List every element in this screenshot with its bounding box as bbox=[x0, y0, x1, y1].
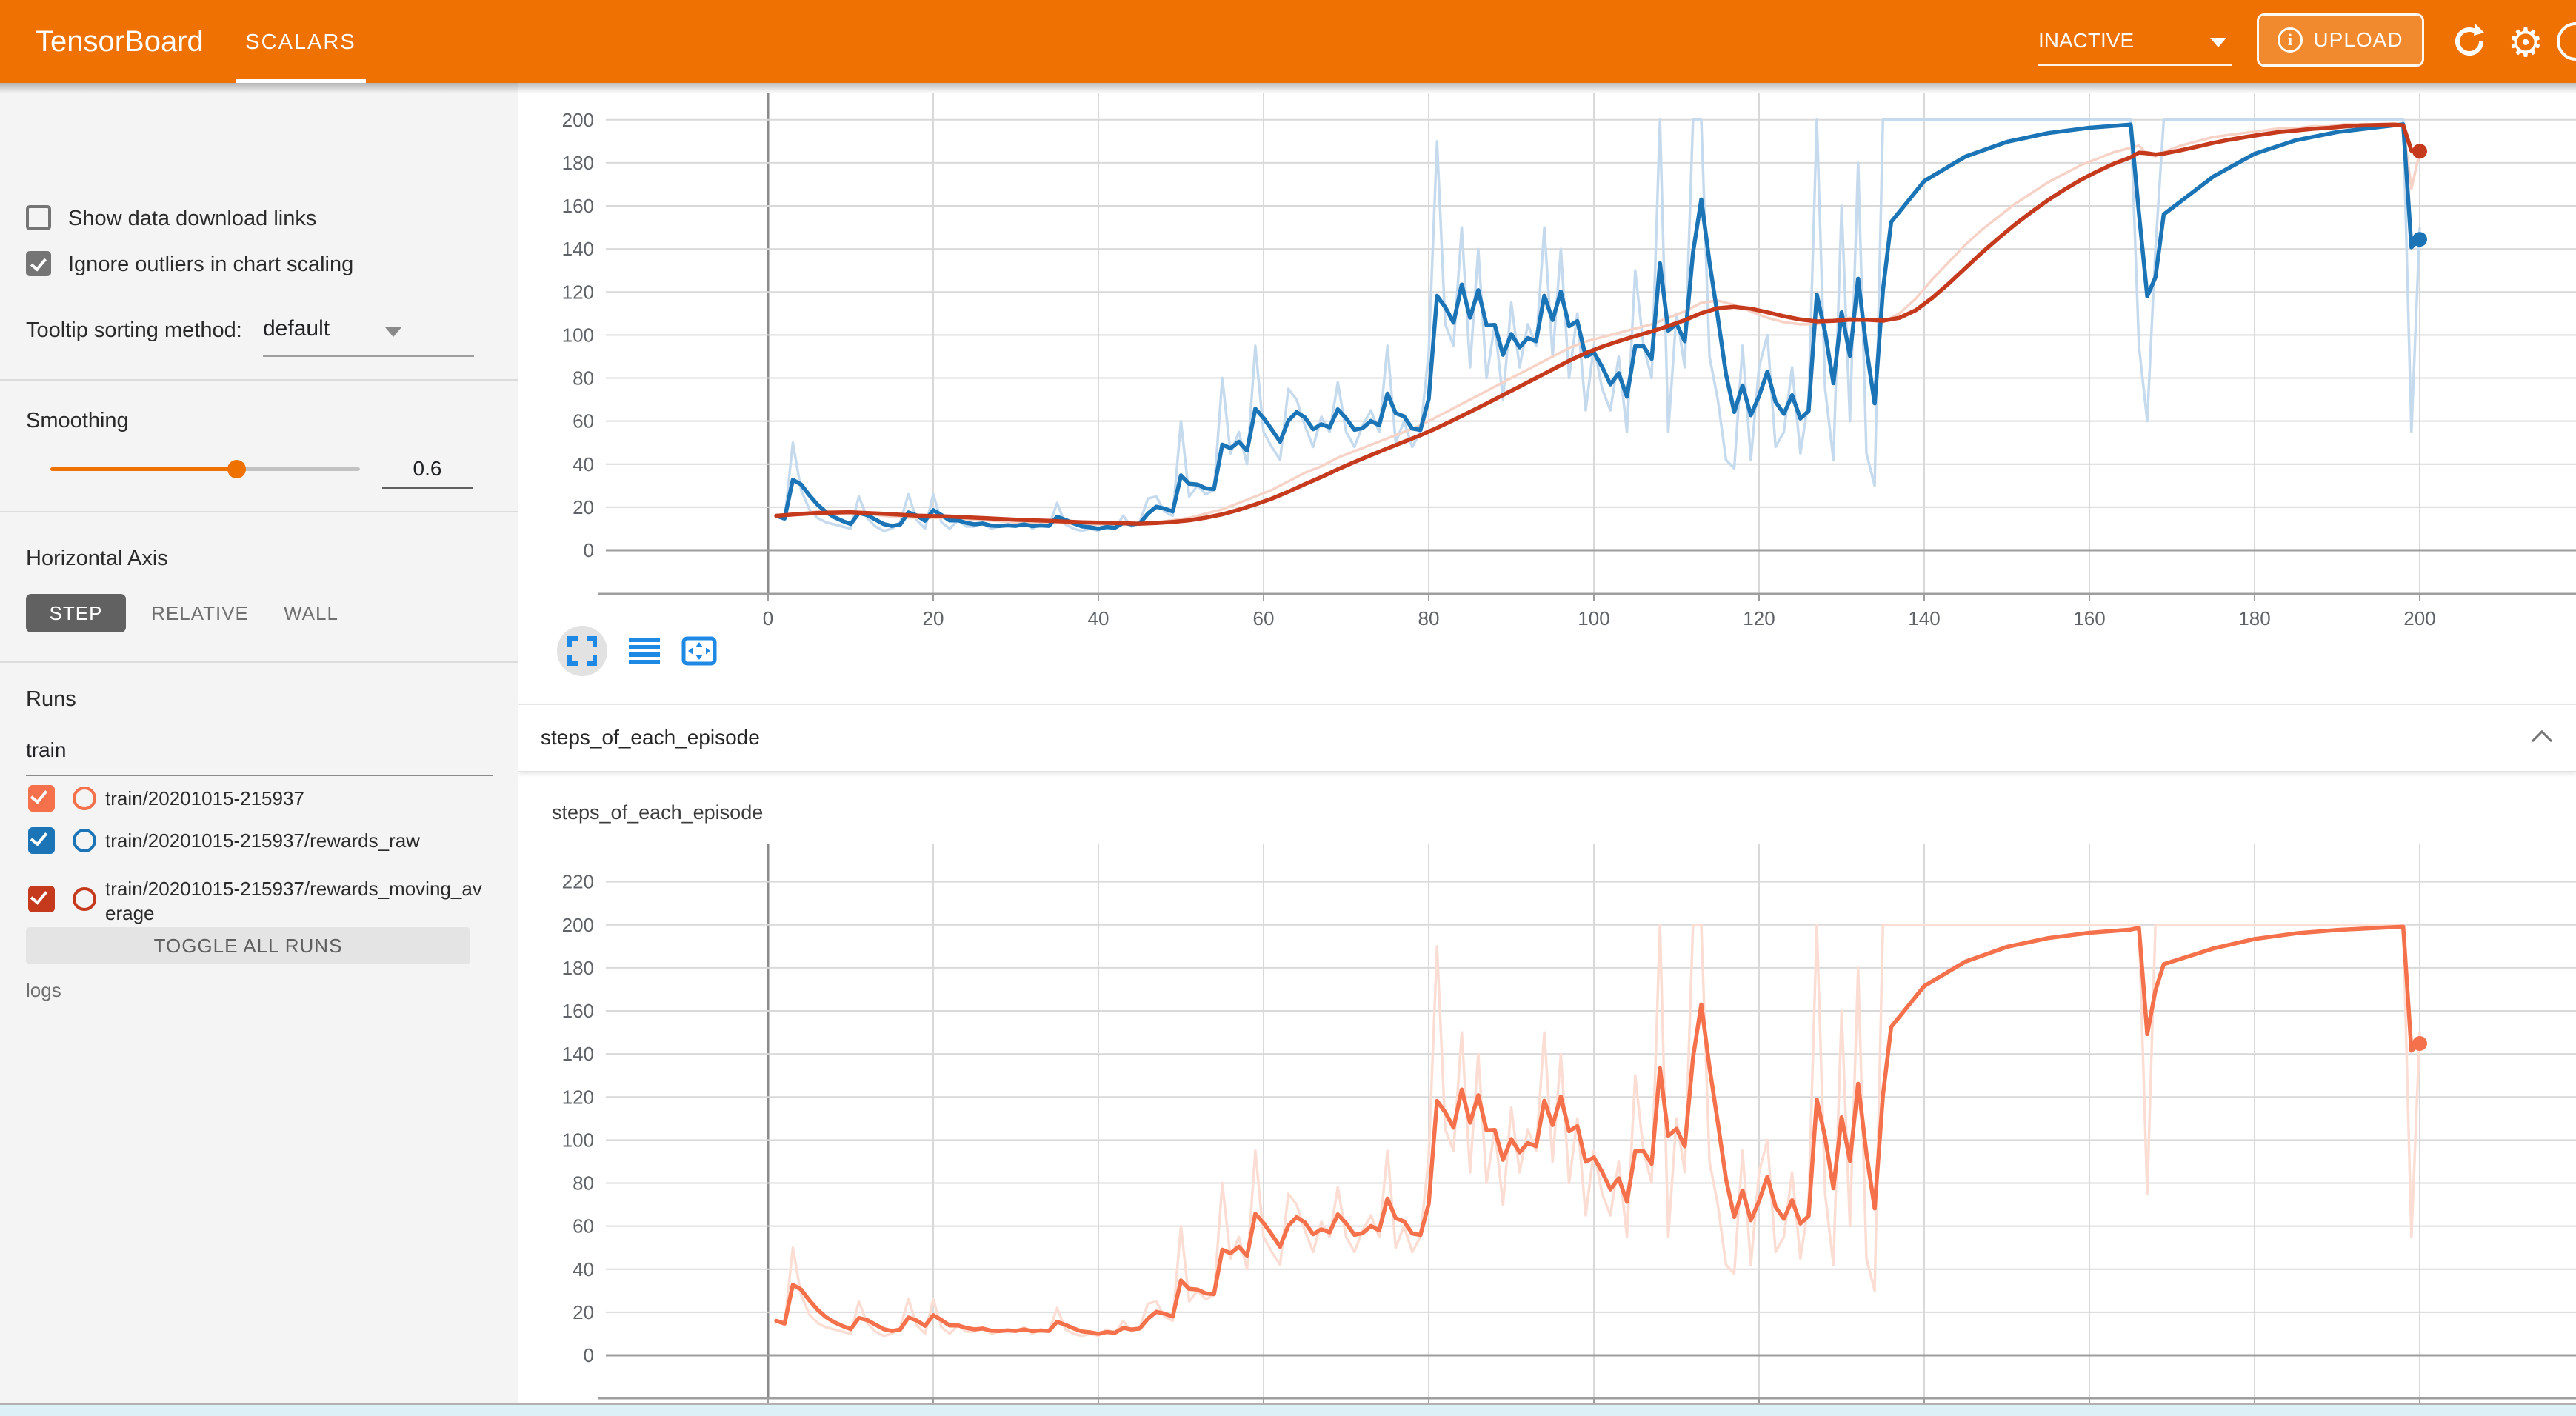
svg-text:0: 0 bbox=[584, 539, 594, 561]
log-scale-icon[interactable] bbox=[627, 633, 662, 669]
svg-text:120: 120 bbox=[562, 1086, 594, 1108]
svg-text:20: 20 bbox=[573, 496, 594, 518]
svg-text:80: 80 bbox=[1418, 607, 1440, 629]
svg-text:100: 100 bbox=[562, 324, 594, 346]
settings-gear-icon[interactable]: ⚙ bbox=[2503, 21, 2548, 65]
run-radio[interactable] bbox=[73, 787, 96, 810]
run-checkbox[interactable] bbox=[28, 827, 55, 854]
divider bbox=[0, 511, 518, 512]
status-dropdown[interactable]: INACTIVE bbox=[2038, 22, 2232, 59]
runs-section-label: Runs bbox=[26, 687, 76, 712]
steps-chart[interactable]: 0 20 40 60 80 100 120 140 160 180 200 220 bbox=[518, 837, 2576, 1403]
status-dropdown-value: INACTIVE bbox=[2038, 29, 2134, 52]
svg-text:80: 80 bbox=[573, 367, 594, 390]
svg-text:0: 0 bbox=[763, 607, 773, 629]
tag-group-header[interactable]: steps_of_each_episode bbox=[518, 704, 2576, 772]
svg-text:160: 160 bbox=[562, 195, 594, 217]
tooltip-sorting-dropdown[interactable]: default bbox=[263, 316, 330, 341]
run-row: train/20201015-215937/rewards_raw bbox=[0, 827, 518, 860]
smoothing-slider-thumb[interactable] bbox=[227, 460, 246, 478]
svg-text:100: 100 bbox=[562, 1129, 594, 1151]
run-label: train/20201015-215937/rewards_moving_ave… bbox=[105, 877, 483, 926]
svg-text:120: 120 bbox=[562, 281, 594, 303]
runs-filter-input[interactable]: train bbox=[26, 738, 66, 762]
svg-text:60: 60 bbox=[573, 410, 594, 433]
info-icon: i bbox=[2278, 27, 2303, 53]
help-icon[interactable] bbox=[2557, 22, 2576, 61]
smoothing-slider[interactable] bbox=[50, 467, 360, 471]
svg-text:100: 100 bbox=[1578, 607, 1609, 629]
tooltip-dropdown-underline bbox=[263, 355, 474, 357]
svg-text:140: 140 bbox=[562, 238, 594, 260]
upload-button[interactable]: i UPLOAD bbox=[2257, 13, 2424, 67]
svg-text:180: 180 bbox=[562, 152, 594, 174]
svg-text:160: 160 bbox=[562, 1000, 594, 1022]
upload-button-label: UPLOAD bbox=[2313, 28, 2403, 52]
haxis-wall-button[interactable]: WALL bbox=[270, 594, 352, 632]
show-download-links-checkbox[interactable] bbox=[26, 205, 51, 230]
app-title: TensorBoard bbox=[36, 0, 204, 83]
haxis-step-button[interactable]: STEP bbox=[26, 594, 126, 632]
svg-text:180: 180 bbox=[562, 957, 594, 979]
chart-card-title: steps_of_each_episode bbox=[552, 801, 763, 824]
svg-text:200: 200 bbox=[2403, 607, 2435, 629]
svg-text:40: 40 bbox=[1088, 607, 1110, 629]
run-row: train/20201015-215937/rewards_moving_ave… bbox=[0, 875, 518, 932]
run-checkbox[interactable] bbox=[28, 785, 55, 812]
fit-domain-icon[interactable] bbox=[681, 633, 717, 669]
ignore-outliers-checkbox[interactable] bbox=[26, 251, 51, 276]
svg-text:60: 60 bbox=[1253, 607, 1275, 629]
tag-group-title: steps_of_each_episode bbox=[541, 726, 760, 749]
divider bbox=[0, 379, 518, 381]
rewards-chart[interactable]: 0 20 40 60 80 100 120 140 160 180 200 0 20 40 60 80 100 1… bbox=[518, 83, 2576, 704]
collapse-chevron-icon[interactable] bbox=[2532, 730, 2552, 751]
divider bbox=[0, 661, 518, 663]
status-dropdown-underline bbox=[2038, 64, 2232, 66]
svg-text:160: 160 bbox=[2073, 607, 2105, 629]
svg-text:180: 180 bbox=[2238, 607, 2270, 629]
smoothing-value-underline bbox=[382, 487, 473, 489]
run-row: train/20201015-215937 bbox=[0, 785, 518, 818]
svg-text:80: 80 bbox=[573, 1172, 594, 1195]
haxis-relative-button[interactable]: RELATIVE bbox=[141, 594, 259, 632]
bottom-scroll-strip[interactable] bbox=[0, 1403, 2576, 1416]
run-label: train/20201015-215937/rewards_raw bbox=[105, 829, 483, 853]
run-checkbox[interactable] bbox=[28, 886, 55, 912]
svg-text:140: 140 bbox=[1908, 607, 1940, 629]
svg-text:220: 220 bbox=[562, 871, 594, 893]
chevron-down-icon[interactable] bbox=[385, 327, 401, 337]
svg-text:200: 200 bbox=[562, 109, 594, 131]
toggle-all-runs-button[interactable]: TOGGLE ALL RUNS bbox=[26, 927, 470, 964]
runs-filter-underline bbox=[26, 775, 493, 776]
horizontal-axis-label: Horizontal Axis bbox=[26, 547, 168, 571]
smoothing-slider-fill bbox=[50, 467, 236, 471]
tab-active-underline bbox=[236, 79, 366, 83]
svg-text:20: 20 bbox=[573, 1301, 594, 1323]
smoothing-value-field[interactable]: 0.6 bbox=[382, 457, 473, 481]
svg-text:20: 20 bbox=[923, 607, 944, 629]
app-header: TensorBoard SCALARS INACTIVE i UPLOAD ⚙ bbox=[0, 0, 2576, 83]
svg-text:40: 40 bbox=[573, 1258, 594, 1280]
svg-text:40: 40 bbox=[573, 453, 594, 475]
logdir-label: logs bbox=[26, 979, 61, 1002]
svg-text:140: 140 bbox=[562, 1043, 594, 1065]
refresh-icon[interactable] bbox=[2447, 19, 2492, 64]
run-label: train/20201015-215937 bbox=[105, 787, 483, 811]
run-radio[interactable] bbox=[73, 829, 96, 852]
tensorboard-app: { "header": { "brand": "TensorBoard", "t… bbox=[0, 0, 2576, 1416]
ignore-outliers-label: Ignore outliers in chart scaling bbox=[68, 253, 353, 277]
chevron-down-icon bbox=[2210, 38, 2226, 47]
chart-toolbar bbox=[557, 625, 717, 677]
svg-text:60: 60 bbox=[573, 1215, 594, 1238]
show-download-links-label: Show data download links bbox=[68, 207, 316, 231]
expand-chart-icon[interactable] bbox=[557, 626, 607, 676]
tooltip-sorting-label: Tooltip sorting method: bbox=[26, 318, 242, 343]
smoothing-label: Smoothing bbox=[26, 409, 129, 433]
svg-text:120: 120 bbox=[1743, 607, 1775, 629]
tab-scalars[interactable]: SCALARS bbox=[236, 0, 366, 83]
run-radio[interactable] bbox=[73, 887, 96, 911]
svg-text:200: 200 bbox=[562, 914, 594, 936]
settings-sidebar: Show data download links Ignore outliers… bbox=[0, 83, 518, 1416]
svg-text:0: 0 bbox=[584, 1344, 594, 1366]
